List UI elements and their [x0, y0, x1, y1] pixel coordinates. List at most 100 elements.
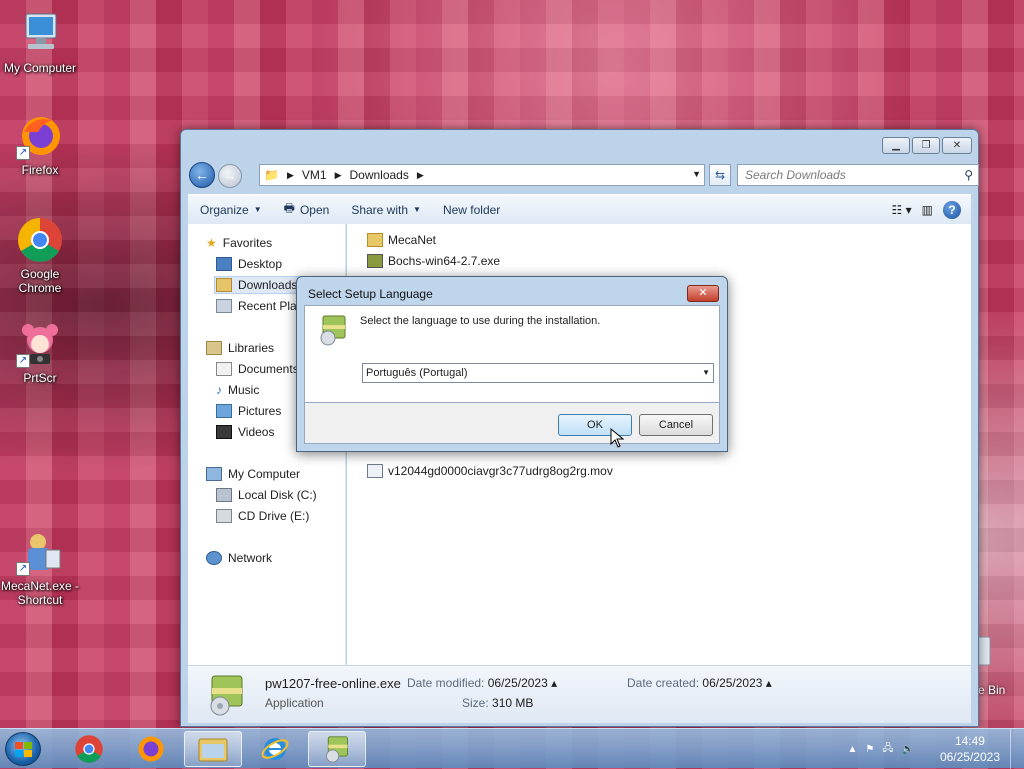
new-folder-label: New folder	[442, 202, 501, 217]
video-file-icon	[367, 464, 383, 478]
dialog-message: Select the language to use during the in…	[360, 315, 601, 327]
desktop-icon-prtscr[interactable]: ↗ PrtScr	[0, 320, 80, 385]
cd-drive-icon	[216, 509, 232, 523]
list-item[interactable]: Bochs-win64-2.7.exe	[367, 252, 500, 270]
organize-menu[interactable]: Organize ▼	[200, 203, 262, 217]
nav-desktop[interactable]: Desktop	[216, 255, 282, 273]
open-icon: 🖶	[283, 201, 295, 215]
list-item[interactable]: v12044gd0000ciavgr3c77udrg8og2rg.mov	[367, 462, 613, 480]
taskbar-chrome[interactable]	[60, 731, 118, 767]
details-date-modified: Date modified: 06/25/2023 ▴	[407, 676, 558, 690]
dialog-title: Select Setup Language	[308, 287, 433, 301]
clock[interactable]: 14:49 06/25/2023	[940, 733, 1000, 765]
nav-videos[interactable]: Videos	[216, 423, 274, 441]
start-button[interactable]	[5, 732, 41, 766]
show-hidden-icons-icon[interactable]: ▲	[848, 744, 858, 755]
file-name: MecaNet	[388, 233, 437, 247]
nav-cd-drive[interactable]: CD Drive (E:)	[216, 507, 309, 525]
taskbar-internet-explorer[interactable]	[246, 731, 304, 767]
chevron-down-icon: ▼	[253, 205, 262, 214]
search-icon[interactable]: ⚲	[964, 165, 973, 185]
share-with-menu[interactable]: Share with ▼	[351, 203, 421, 217]
chevron-down-icon[interactable]: ▼	[692, 169, 701, 179]
forward-button[interactable]: →	[218, 164, 242, 188]
nav-label: Documents	[238, 362, 299, 376]
value: 310 MB	[492, 696, 534, 710]
details-date-created: Date created: 06/25/2023 ▴	[627, 676, 772, 690]
chevron-down-icon[interactable]: ▼	[702, 364, 710, 382]
folder-icon: 📁	[264, 168, 279, 182]
documents-icon	[216, 362, 232, 376]
refresh-button[interactable]: ⇆	[709, 164, 731, 186]
desktop-icon-my-computer[interactable]: My Computer	[0, 10, 80, 75]
nav-label: Downloads	[238, 278, 298, 292]
nav-recent-places[interactable]: Recent Plac	[216, 297, 303, 315]
mouse-cursor-icon	[610, 428, 624, 448]
installer-icon	[367, 254, 383, 268]
mecanet-icon: ↗	[16, 528, 64, 576]
nav-favorites[interactable]: ★ Favorites	[206, 234, 272, 252]
window-controls: ▁ ❐ ✕	[882, 137, 972, 154]
taskbar: ▲ ⚑ 🖧 🔈 14:49 06/25/2023	[0, 728, 1024, 769]
hard-drive-icon	[216, 488, 232, 502]
desktop-icon-firefox[interactable]: ↗ Firefox	[0, 112, 80, 177]
desktop-icon-label: My Computer	[3, 61, 77, 75]
desktop-icon-mecanet-shortcut[interactable]: ↗ MecaNet.exe - Shortcut	[0, 528, 80, 607]
maximize-button[interactable]: ❐	[912, 137, 940, 154]
back-button[interactable]: ←	[189, 162, 215, 188]
breadcrumb-item[interactable]: Downloads	[349, 168, 408, 182]
open-button[interactable]: 🖶 Open	[284, 199, 330, 220]
new-folder-button[interactable]: New folder	[443, 203, 500, 217]
setup-package-icon	[317, 314, 349, 346]
preview-pane-icon[interactable]: ▥	[922, 203, 933, 217]
label: Date modified:	[407, 676, 485, 690]
desktop-icon-chrome[interactable]: Google Chrome	[0, 216, 80, 295]
nav-network[interactable]: Network	[206, 549, 272, 567]
network-icon[interactable]: 🖧	[882, 741, 893, 758]
share-with-label: Share with	[351, 202, 409, 217]
close-button[interactable]: ✕	[687, 285, 719, 302]
nav-my-computer[interactable]: My Computer	[206, 465, 300, 483]
list-item[interactable]: MecaNet	[367, 231, 436, 249]
select-setup-language-dialog[interactable]: Select Setup Language ✕ Select the langu…	[296, 276, 728, 452]
chevron-right-icon: ▶	[334, 169, 342, 180]
network-icon	[206, 551, 222, 565]
open-label: Open	[299, 202, 330, 217]
view-options-icon[interactable]: ☷ ▾	[892, 203, 912, 217]
details-size: Size: 310 MB	[462, 696, 533, 710]
taskbar-firefox[interactable]	[122, 731, 180, 767]
nav-local-disk[interactable]: Local Disk (C:)	[216, 486, 317, 504]
nav-label: Desktop	[238, 257, 283, 271]
nav-music[interactable]: ♪ Music	[216, 381, 259, 399]
address-bar[interactable]: 📁 ▶ VM1 ▶ Downloads ▶ ▼	[259, 164, 705, 186]
details-pane: pw1207-free-online.exe Application Date …	[188, 665, 971, 723]
breadcrumb-item[interactable]: VM1	[302, 168, 327, 182]
volume-muted-icon[interactable]: 🔈	[902, 744, 914, 755]
firefox-icon: ↗	[16, 112, 64, 160]
search-input[interactable]: Search Downloads ⚲	[737, 164, 979, 186]
nav-libraries[interactable]: Libraries	[206, 339, 274, 357]
shortcut-arrow-icon: ↗	[16, 146, 30, 160]
taskbar-setup[interactable]	[308, 731, 366, 767]
pictures-icon	[216, 404, 232, 418]
windows-logo-icon	[15, 742, 32, 757]
cancel-button[interactable]: Cancel	[639, 414, 713, 436]
desktop-icon-label: e Bin	[978, 683, 1006, 697]
nav-label: Local Disk (C:)	[238, 488, 317, 502]
chevron-down-icon: ▼	[413, 205, 421, 214]
language-select[interactable]: Português (Portugal) ▼	[362, 363, 714, 383]
taskbar-explorer[interactable]	[184, 731, 242, 767]
help-icon[interactable]: ?	[943, 200, 961, 219]
anime-character-icon: ↗	[16, 320, 64, 368]
nav-pictures[interactable]: Pictures	[216, 402, 281, 420]
shortcut-arrow-icon: ↗	[16, 354, 30, 368]
action-center-icon[interactable]: ⚑	[865, 744, 874, 755]
command-bar: Organize ▼ 🖶 Open Share with ▼ New folde…	[188, 194, 971, 224]
close-button[interactable]: ✕	[942, 137, 972, 154]
desktop-icon-recycle-bin[interactable]: e Bin	[972, 633, 1024, 697]
minimize-button[interactable]: ▁	[882, 137, 910, 154]
show-desktop-button[interactable]	[1010, 729, 1024, 769]
nav-label: Pictures	[238, 404, 282, 418]
computer-icon	[206, 467, 222, 481]
nav-documents[interactable]: Documents	[216, 360, 299, 378]
